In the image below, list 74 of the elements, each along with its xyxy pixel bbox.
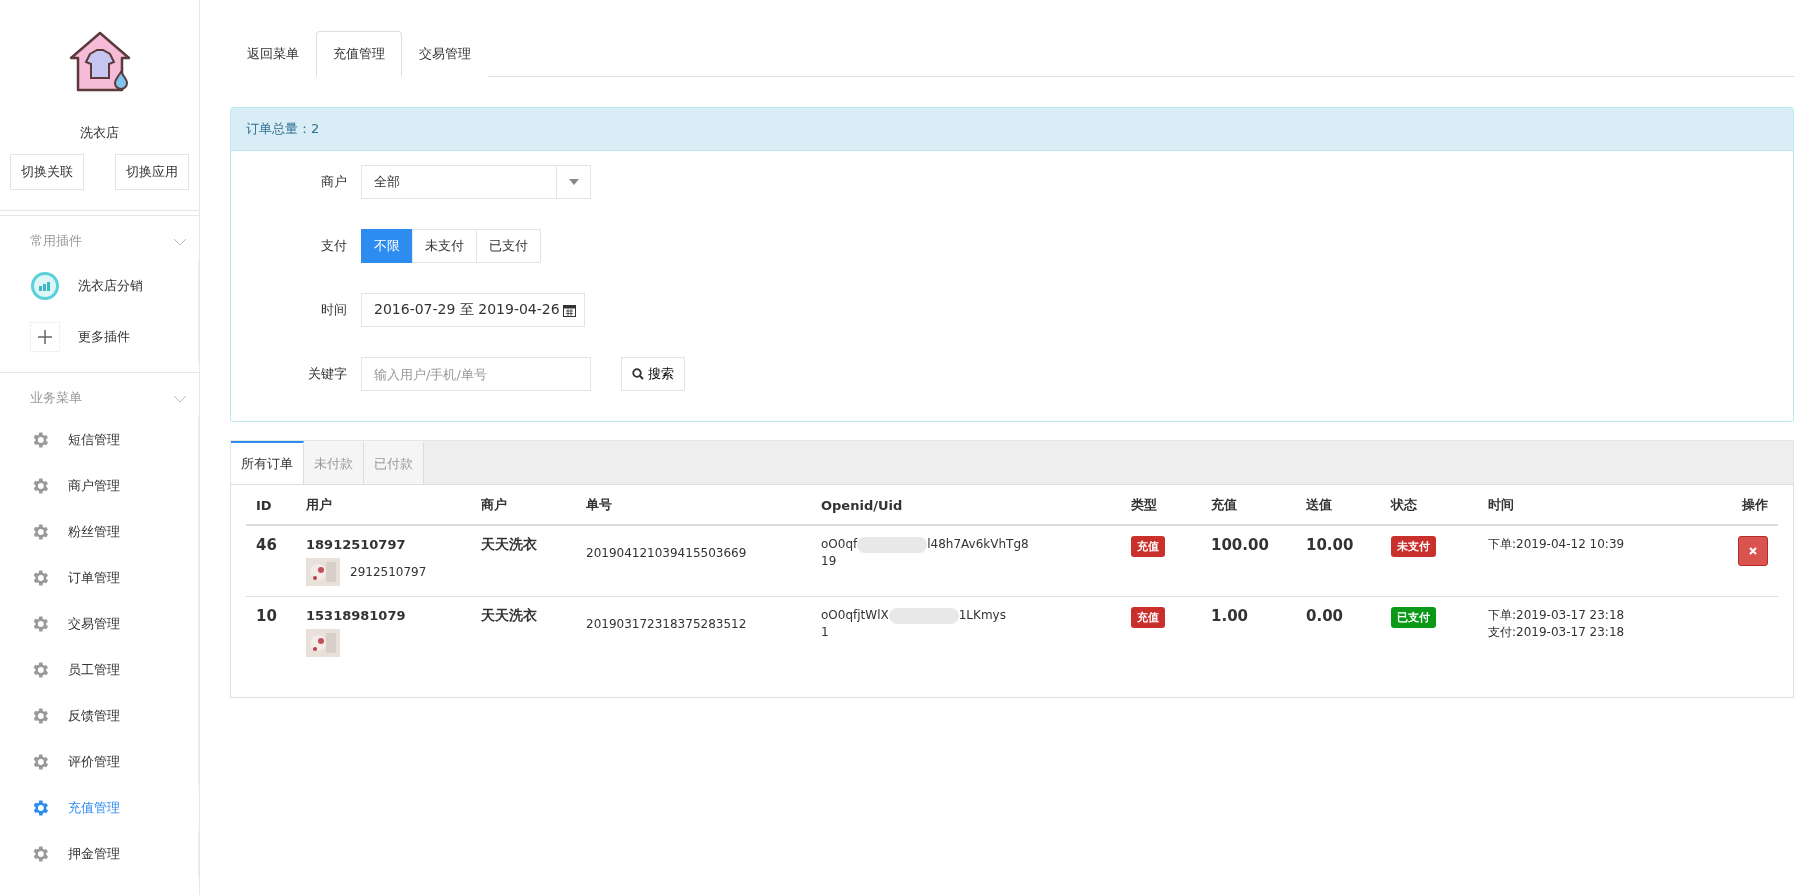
- chevron-icon[interactable]: [173, 394, 187, 403]
- sidebar-item[interactable]: 粉丝管理: [0, 509, 199, 555]
- user-name: 18912510797: [306, 536, 407, 554]
- sidebar-item[interactable]: 订单管理: [0, 555, 199, 601]
- table-cell: 201904121039415503669: [576, 525, 811, 597]
- sidebar-item[interactable]: 充值管理: [0, 785, 199, 831]
- time-text: 下单:2019-04-12 10:39: [1488, 536, 1626, 553]
- sidebar-item[interactable]: 交易管理: [0, 601, 199, 647]
- store-name: 洗衣店: [80, 124, 119, 142]
- sidebar-item[interactable]: 商户管理: [0, 463, 199, 509]
- type-label: 充值: [1131, 607, 1165, 629]
- section-title: 常用插件: [30, 232, 82, 250]
- user-phone: 2912510797: [350, 563, 427, 581]
- table-cell: 0.00: [1296, 596, 1381, 668]
- column-header: 充值: [1201, 485, 1296, 525]
- user-name: 15318981079: [306, 607, 407, 626]
- column-header: 操作: [1705, 485, 1778, 525]
- switch-button[interactable]: 切换关联: [10, 154, 84, 190]
- table-cell: 1.00: [1201, 596, 1296, 668]
- date-range-field[interactable]: 2016-07-29 至 2019-04-26: [361, 293, 585, 327]
- order-tab[interactable]: 所有订单: [231, 441, 304, 485]
- table-cell: 46: [246, 525, 296, 597]
- time-text: 支付:2019-03-17 23:18: [1488, 624, 1626, 641]
- field-label: 商户: [320, 173, 348, 191]
- column-header: Openid/Uid: [811, 485, 1121, 525]
- chevron-icon[interactable]: [173, 237, 187, 246]
- openid-text: 1: [821, 624, 830, 641]
- payment-option[interactable]: 已支付: [476, 229, 541, 263]
- tab[interactable]: 充值管理: [316, 31, 402, 77]
- close-icon: [1749, 547, 1757, 555]
- sidebar-item[interactable]: 洗衣店分销: [0, 260, 199, 311]
- field-label: 关键字: [307, 365, 348, 383]
- switch-button[interactable]: 切换应用: [115, 154, 189, 190]
- chart-badge-icon: [30, 270, 60, 301]
- sidebar-item[interactable]: 员工管理: [0, 647, 199, 693]
- table-cell: 10.00: [1296, 525, 1381, 597]
- section-title: 业务菜单: [30, 389, 82, 407]
- search-button[interactable]: 搜索: [621, 357, 685, 391]
- field-label: 支付: [320, 237, 348, 255]
- order-count: 订单总量：2: [231, 108, 1793, 151]
- calendar-icon: [562, 303, 576, 317]
- payment-option[interactable]: 未支付: [412, 229, 477, 263]
- column-header: 时间: [1478, 485, 1706, 525]
- table-cell: 201903172318375283512: [576, 596, 811, 668]
- column-header: 类型: [1121, 485, 1201, 525]
- column-header: ID: [246, 485, 296, 525]
- table-cell: 100.00: [1201, 525, 1296, 597]
- field-label: 时间: [320, 301, 348, 319]
- sidebar-item[interactable]: 评价管理: [0, 739, 199, 785]
- openid-text: 19: [821, 552, 838, 570]
- column-header: 商户: [471, 485, 576, 525]
- column-header: 送值: [1296, 485, 1381, 525]
- caret-icon: [568, 179, 579, 185]
- openid-text: oO0qfjtWlX 1LKmys: [821, 607, 1007, 624]
- merchant-select[interactable]: 全部: [361, 165, 591, 199]
- table-cell: 10: [246, 596, 296, 668]
- time-text: 下单:2019-03-17 23:18: [1488, 607, 1626, 624]
- delete-button[interactable]: [1738, 536, 1768, 566]
- table-cell: 天天洗衣: [471, 525, 576, 597]
- status-label: 已支付: [1391, 607, 1436, 629]
- search-icon: [632, 368, 644, 380]
- sidebar-item[interactable]: 反馈管理: [0, 693, 199, 739]
- status-label: 未支付: [1391, 536, 1436, 557]
- sidebar-item[interactable]: 更多插件: [0, 311, 199, 362]
- column-header: 单号: [576, 485, 811, 525]
- sidebar-item[interactable]: 短信管理: [0, 417, 199, 463]
- plus-icon: [30, 321, 60, 352]
- type-label: 充值: [1131, 536, 1165, 557]
- keyword-field[interactable]: 输入用户/手机/单号: [361, 357, 591, 391]
- openid-text: oO0qf l48h7Av6kVhTg8: [821, 536, 1030, 553]
- table-cell: 天天洗衣: [471, 596, 576, 668]
- column-header: 状态: [1381, 485, 1478, 525]
- column-header: 用户: [296, 485, 471, 525]
- sidebar-item[interactable]: 押金管理: [0, 831, 199, 877]
